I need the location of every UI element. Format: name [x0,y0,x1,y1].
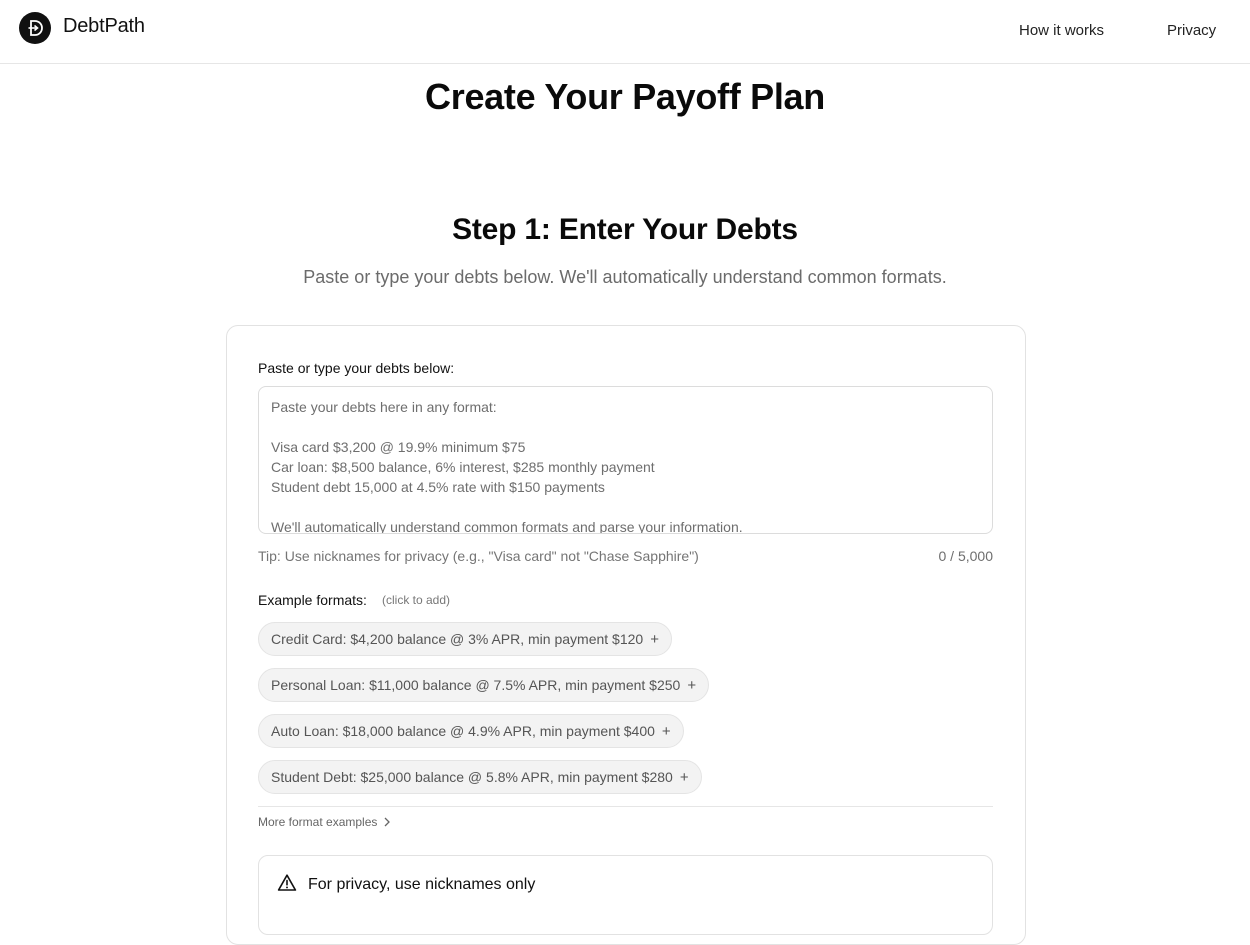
example-chip-credit-card[interactable]: Credit Card: $4,200 balance @ 3% APR, mi… [258,622,672,656]
more-format-examples-toggle[interactable]: More format examples [258,815,391,829]
plus-icon: + [687,676,697,694]
plus-icon: + [679,768,689,786]
privacy-alert: For privacy, use nicknames only [258,855,993,935]
example-chip-auto-loan[interactable]: Auto Loan: $18,000 balance @ 4.9% APR, m… [258,714,684,748]
section-divider [258,806,993,807]
example-formats-label: Example formats: [258,592,367,608]
privacy-tip: Tip: Use nicknames for privacy (e.g., "V… [258,548,699,564]
example-chip-personal-loan[interactable]: Personal Loan: $11,000 balance @ 7.5% AP… [258,668,710,702]
step-subtitle: Paste or type your debts below. We'll au… [303,267,947,287]
top-navigation-bar: DebtPath How it works Privacy [0,0,1250,64]
debt-input-label: Paste or type your debts below: [258,360,455,376]
plus-icon: + [661,722,671,740]
example-chip-list: Credit Card: $4,200 balance @ 3% APR, mi… [258,622,710,794]
brand-name[interactable]: DebtPath [63,15,145,38]
debt-input-textarea[interactable] [258,386,993,534]
more-format-examples-label: More format examples [258,815,378,829]
character-counter: 0 / 5,000 [938,548,994,564]
warning-triangle-icon [277,874,297,891]
step-title: Step 1: Enter Your Debts [452,213,798,246]
example-chip-label: Personal Loan: $11,000 balance @ 7.5% AP… [271,677,681,693]
example-formats-hint: (click to add) [382,593,451,607]
page-title: Create Your Payoff Plan [425,76,825,117]
plus-icon: + [650,630,659,648]
example-chip-label: Credit Card: $4,200 balance @ 3% APR, mi… [271,631,644,647]
debtpath-logo-icon[interactable] [19,12,51,44]
example-chip-student-debt[interactable]: Student Debt: $25,000 balance @ 5.8% APR… [258,760,702,794]
chevron-right-icon [384,817,391,827]
privacy-alert-title: For privacy, use nicknames only [308,876,536,893]
example-chip-label: Student Debt: $25,000 balance @ 5.8% APR… [271,769,673,785]
nav-how-it-works-link[interactable]: How it works [1019,22,1104,39]
nav-privacy-link[interactable]: Privacy [1167,22,1216,39]
example-chip-label: Auto Loan: $18,000 balance @ 4.9% APR, m… [271,723,655,739]
